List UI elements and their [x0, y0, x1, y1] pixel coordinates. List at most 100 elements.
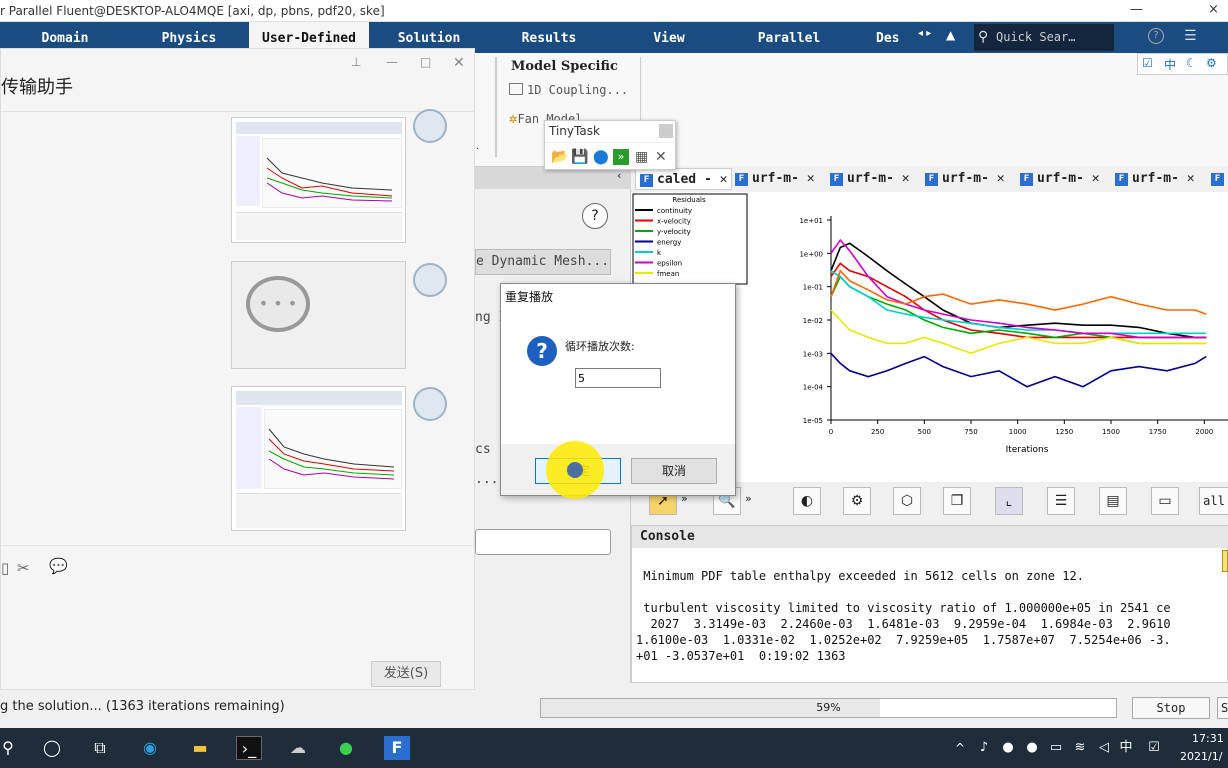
folder-icon[interactable]: ▯ [1, 559, 9, 577]
checkbox-icon[interactable]: ☑ [1142, 56, 1153, 70]
image-message[interactable] [231, 117, 406, 243]
settings-icon[interactable]: ⚙ [843, 487, 871, 515]
tools-icon[interactable]: ✕ [655, 149, 667, 165]
edge-icon[interactable]: ◉ [138, 736, 162, 760]
task-panel-header: ‹ [475, 167, 631, 189]
window-icon[interactable]: ▭ [1151, 487, 1179, 515]
chevron-up-icon[interactable]: ^ [948, 736, 972, 760]
wechat-icon[interactable]: ● [334, 736, 358, 760]
qq-icon[interactable]: ● [996, 736, 1020, 760]
minimize-icon[interactable]: — [386, 55, 398, 69]
tab-design[interactable]: Des [876, 22, 916, 53]
ime-label[interactable]: 中 [1114, 736, 1138, 760]
collapse-ribbon-icon[interactable]: ▲ [946, 28, 955, 42]
clock-date[interactable]: 2021/1/ [1180, 750, 1222, 763]
app-icon[interactable]: ☁ [286, 736, 310, 760]
close-icon[interactable]: ✕ [1092, 171, 1100, 186]
minimize-button[interactable]: — [1130, 2, 1143, 17]
image-message[interactable] [231, 386, 406, 531]
graph-tab[interactable]: Furf-m- ✕ [1020, 168, 1100, 190]
pin-icon[interactable]: ⊥ [351, 55, 361, 69]
toggle-icon[interactable]: ◐ [793, 487, 821, 515]
help-icon[interactable]: ? [1148, 28, 1164, 44]
loop-count-input[interactable] [575, 368, 661, 388]
s-button[interactable]: S [1217, 697, 1228, 719]
panel-icon[interactable]: ▤ [1099, 487, 1127, 515]
model-specific-label: Model Specific [511, 59, 618, 74]
close-icon[interactable]: ✕ [997, 171, 1005, 186]
tab-scroll-icon[interactable]: ◂ ▸ [918, 28, 931, 39]
clock-time[interactable]: 17:31 [1192, 732, 1224, 745]
moon-icon[interactable]: ☾ [1186, 56, 1197, 70]
close-icon[interactable]: ✕ [807, 171, 815, 186]
tab-view[interactable]: View [609, 22, 729, 53]
ime-icon[interactable]: 中 [1164, 56, 1176, 73]
task-view-icon[interactable]: ⧉ [88, 736, 112, 760]
tinytask-title: TinyTask [549, 124, 600, 138]
graph-tab[interactable]: Furf-m- ✕ [1115, 168, 1195, 190]
more-icon[interactable]: » [745, 492, 752, 505]
maximize-icon[interactable]: □ [420, 55, 431, 69]
avatar[interactable] [413, 387, 447, 421]
document-icon[interactable]: ☰ [1047, 487, 1075, 515]
save-icon[interactable]: 💾 [571, 149, 588, 165]
graph-tab[interactable]: Furf-m- ✕ [735, 168, 815, 190]
avatar[interactable] [413, 109, 447, 143]
list-icon[interactable]: ☰ [1184, 28, 1197, 44]
collapse-icon[interactable]: ‹ [617, 169, 621, 182]
stop-button[interactable]: Stop [1132, 697, 1210, 719]
click-highlight [546, 441, 604, 499]
graph-tab[interactable]: Furf-m- ✕ [925, 168, 1005, 190]
coupling-button[interactable]: 1D Coupling... [509, 83, 628, 97]
check-icon[interactable]: ☑ [1142, 736, 1166, 760]
search-icon[interactable]: ⚲ [0, 736, 20, 760]
compile-icon[interactable]: ▦ [635, 149, 648, 165]
wechat-tray-icon[interactable]: ● [1020, 736, 1044, 760]
close-icon[interactable]: ✕ [720, 172, 728, 187]
loop-count-label: 循环播放次数: [565, 340, 635, 353]
wifi-icon[interactable]: ≋ [1068, 736, 1092, 760]
fluent-icon[interactable]: F [384, 736, 410, 760]
graph-tab-scaled[interactable]: Fcaled - ✕ [635, 168, 733, 190]
close-icon[interactable]: ✕ [1187, 171, 1195, 186]
close-icon[interactable] [659, 124, 673, 138]
cube-icon[interactable]: ⬡ [893, 487, 921, 515]
text-field[interactable] [475, 529, 611, 555]
cancel-button[interactable]: 取消 [631, 458, 717, 484]
y-tick-label: 1e-02 [803, 317, 823, 325]
send-button[interactable]: 发送(S) [371, 661, 441, 687]
tab-parallel[interactable]: Parallel [729, 22, 849, 53]
tab-results[interactable]: Results [489, 22, 609, 53]
layers-icon[interactable]: ❐ [943, 487, 971, 515]
console-panel[interactable]: Console Minimum PDF table enthalpy excee… [631, 525, 1228, 683]
scroll-marker[interactable] [1222, 550, 1228, 572]
dynamic-mesh-button[interactable]: e Dynamic Mesh... [475, 249, 611, 275]
close-icon[interactable]: ✕ [902, 171, 910, 186]
play-icon[interactable]: » [613, 149, 629, 165]
chat-history-icon[interactable]: 💬 [49, 557, 68, 575]
series-line-energy [830, 352, 1207, 388]
settings-icon[interactable]: ⚙ [1206, 56, 1217, 70]
volume-icon[interactable]: ◁ [1092, 736, 1116, 760]
file-explorer-icon[interactable]: ▬ [188, 736, 212, 760]
x-tick-label: 500 [918, 428, 931, 436]
graph-tab[interactable]: F [1211, 168, 1228, 190]
graph-tab[interactable]: Furf-m- ✕ [830, 168, 910, 190]
close-button[interactable]: × [1208, 2, 1219, 17]
battery-icon[interactable]: ▭ [1044, 736, 1068, 760]
image-message[interactable]: • • • [231, 261, 406, 369]
all-select[interactable]: all [1199, 487, 1228, 515]
chart-icon[interactable]: ⌞ [995, 487, 1023, 515]
terminal-icon[interactable]: ›_ [236, 736, 262, 760]
record-icon[interactable]: ⬤ [593, 149, 609, 165]
close-icon[interactable]: ✕ [453, 55, 465, 71]
fluent-icon: F [925, 173, 938, 186]
open-icon[interactable]: 📂 [551, 149, 568, 165]
quick-search-input[interactable]: ⚲ Quick Sear… [974, 24, 1114, 51]
scissors-icon[interactable]: ✂ [17, 559, 30, 577]
avatar[interactable] [413, 263, 447, 297]
help-icon[interactable]: ? [582, 203, 608, 229]
microphone-icon[interactable]: ♪ [972, 736, 996, 760]
cortana-icon[interactable]: ◯ [40, 736, 64, 760]
legend-label: epsilon [657, 260, 682, 268]
